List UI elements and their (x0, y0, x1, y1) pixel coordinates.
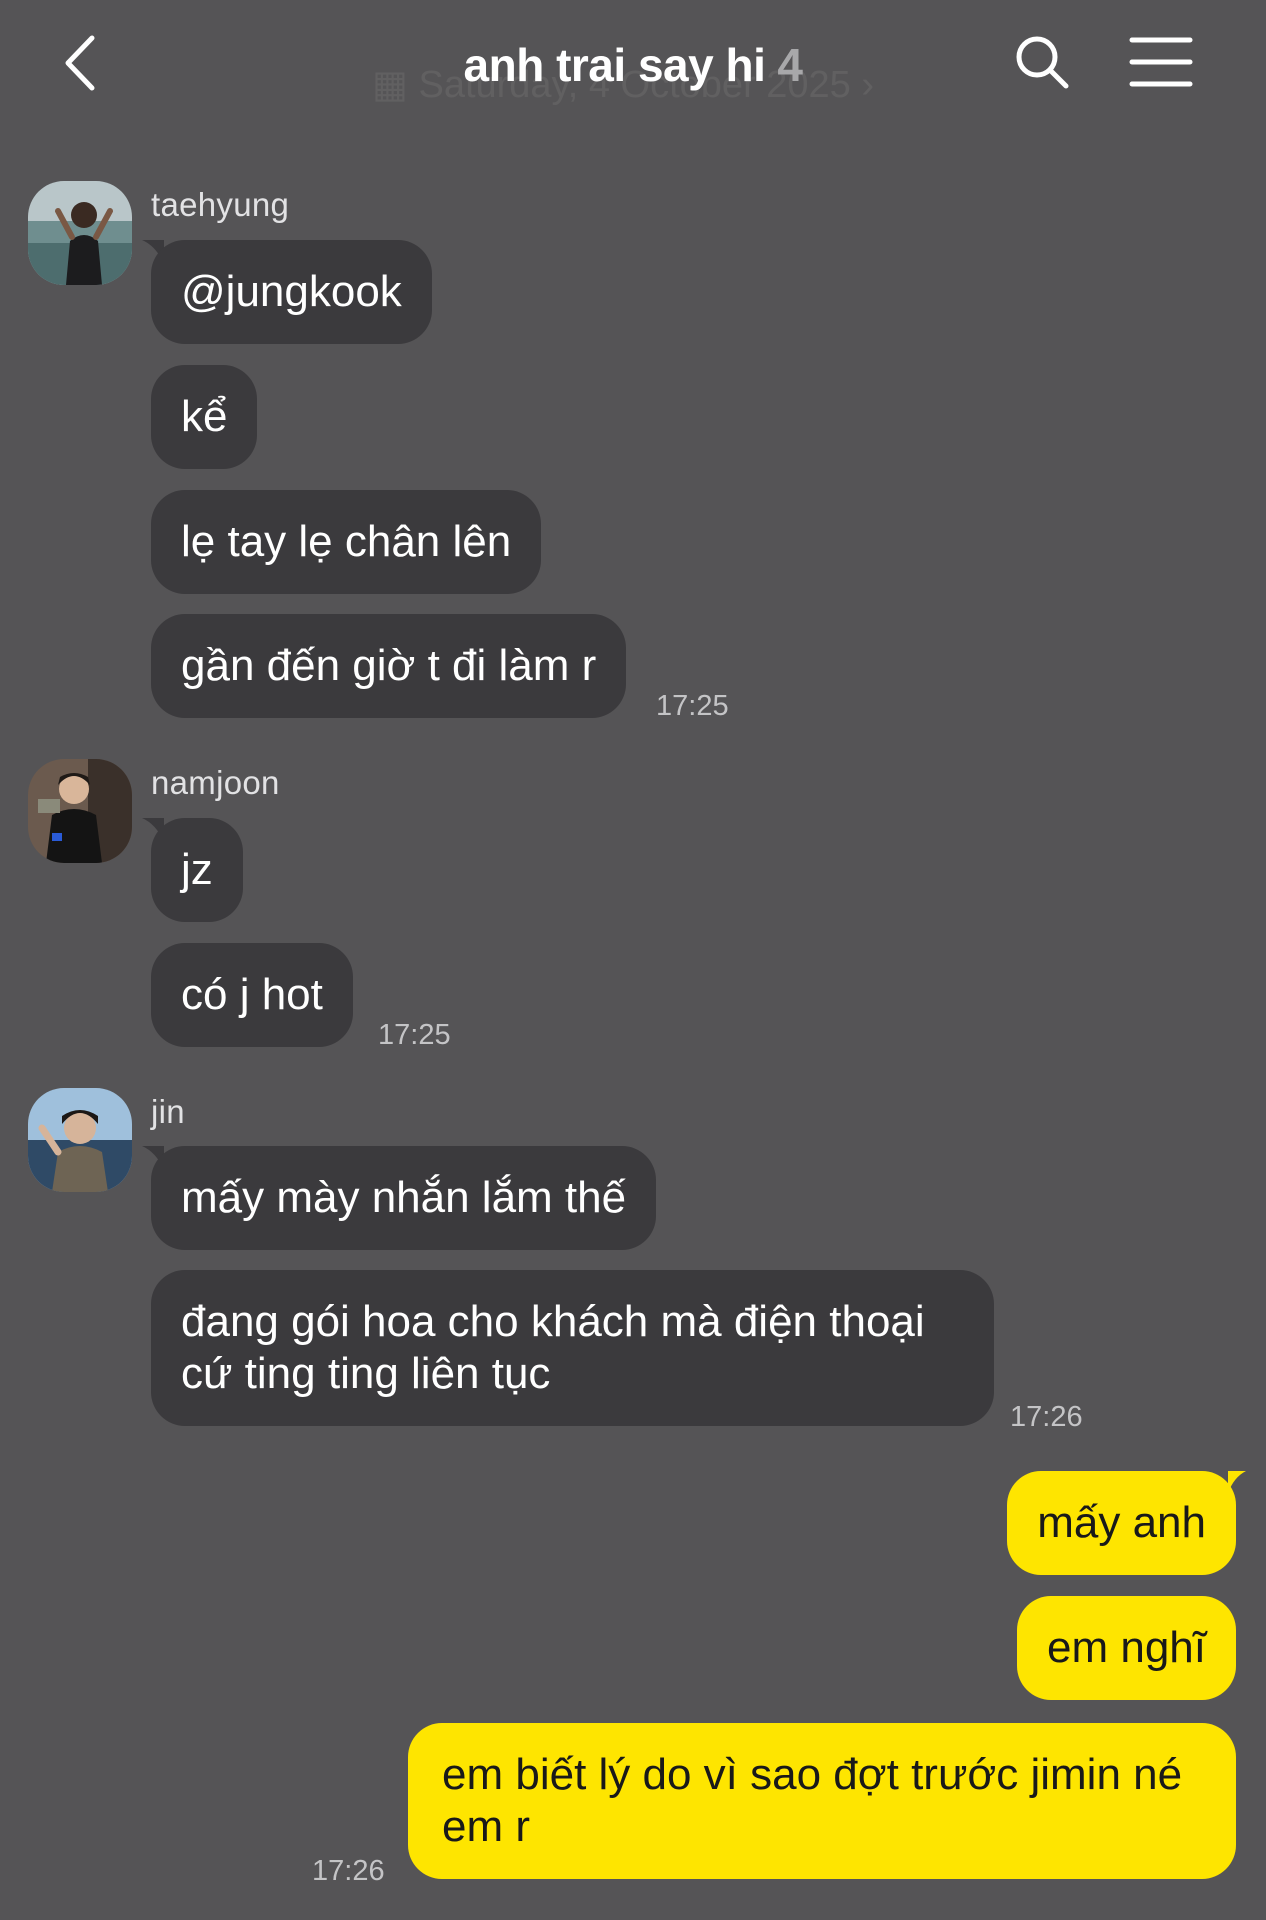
hamburger-menu-icon (1129, 37, 1193, 87)
chat-title: anh trai say hi 4 (0, 38, 1266, 92)
sender-name: jin (151, 1093, 185, 1130)
message-bubble[interactable]: kể (151, 365, 258, 469)
message-bubble[interactable]: đang gói hoa cho khách mà điện thoại cứ … (151, 1270, 994, 1426)
message-timestamp: 17:26 (1010, 1401, 1083, 1433)
message-bubble[interactable]: @jungkook (151, 240, 432, 344)
profile-photo-icon (28, 759, 132, 863)
sender-name: namjoon (151, 764, 280, 801)
message-bubble-outgoing[interactable]: em biết lý do vì sao đợt trước jimin né … (408, 1723, 1236, 1879)
avatar-namjoon[interactable] (28, 759, 132, 863)
message-bubble-outgoing[interactable]: mấy anh (1007, 1471, 1236, 1575)
chat-title-text: anh trai say hi (463, 39, 766, 91)
avatar-jin[interactable] (28, 1088, 132, 1192)
menu-button[interactable] (1128, 34, 1194, 90)
message-bubble[interactable]: jz (151, 818, 243, 922)
message-timestamp: 17:25 (378, 1019, 451, 1051)
search-icon (1016, 36, 1069, 89)
profile-photo-icon (28, 1088, 132, 1192)
message-timestamp: 17:25 (656, 690, 729, 722)
message-bubble[interactable]: lẹ tay lẹ chân lên (151, 490, 542, 594)
search-button[interactable] (1012, 32, 1072, 92)
message-timestamp: 17:26 (312, 1855, 385, 1887)
avatar-taehyung[interactable] (28, 181, 132, 285)
message-bubble[interactable]: có j hot (151, 943, 353, 1047)
sender-name: taehyung (151, 186, 290, 223)
profile-photo-icon (28, 181, 132, 285)
member-count: 4 (777, 39, 803, 91)
message-bubble[interactable]: mấy mày nhắn lắm thế (151, 1146, 657, 1250)
chat-header: ▦ Saturday, 4 October 2025 › anh trai sa… (0, 0, 1266, 130)
message-bubble-outgoing[interactable]: em nghĩ (1017, 1596, 1236, 1700)
message-bubble[interactable]: gần đến giờ t đi làm r (151, 614, 627, 718)
